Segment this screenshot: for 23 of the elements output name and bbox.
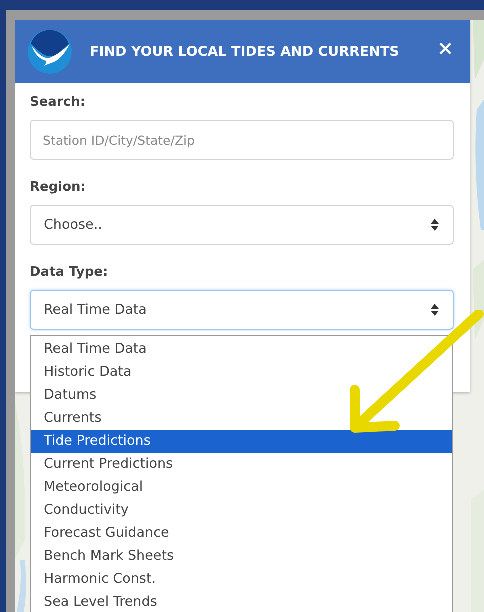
data-type-label: Data Type: xyxy=(30,265,110,280)
dropdown-option[interactable]: Datums xyxy=(31,384,452,407)
dropdown-option[interactable]: Sea Level Trends xyxy=(31,591,452,612)
search-field[interactable]: Station ID/City/State/Zip xyxy=(30,120,454,160)
dropdown-option[interactable]: Tide Predictions xyxy=(31,430,452,453)
dropdown-option[interactable]: Currents xyxy=(31,407,452,430)
close-button[interactable]: × xyxy=(433,36,458,60)
dropdown-option[interactable]: Real Time Data xyxy=(31,338,452,361)
sort-arrows-icon xyxy=(431,219,439,231)
dropdown-option[interactable]: Forecast Guidance xyxy=(31,522,452,545)
sort-arrows-icon xyxy=(431,304,439,316)
region-label: Region: xyxy=(30,180,87,195)
data-type-select[interactable]: Real Time Data xyxy=(30,290,454,330)
bird-logo-icon xyxy=(28,30,72,74)
dropdown-option[interactable]: Bench Mark Sheets xyxy=(31,545,452,568)
dropdown-option[interactable]: Historic Data xyxy=(31,361,452,384)
search-label: Search: xyxy=(30,95,87,110)
region-select[interactable]: Choose.. xyxy=(30,205,454,245)
dropdown-option[interactable]: Meteorological xyxy=(31,476,452,499)
panel-title: FIND YOUR LOCAL TIDES AND CURRENTS xyxy=(90,44,400,60)
dropdown-option[interactable]: Conductivity xyxy=(31,499,452,522)
dropdown-option[interactable]: Current Predictions xyxy=(31,453,452,476)
dropdown-option[interactable]: Harmonic Const. xyxy=(31,568,452,591)
